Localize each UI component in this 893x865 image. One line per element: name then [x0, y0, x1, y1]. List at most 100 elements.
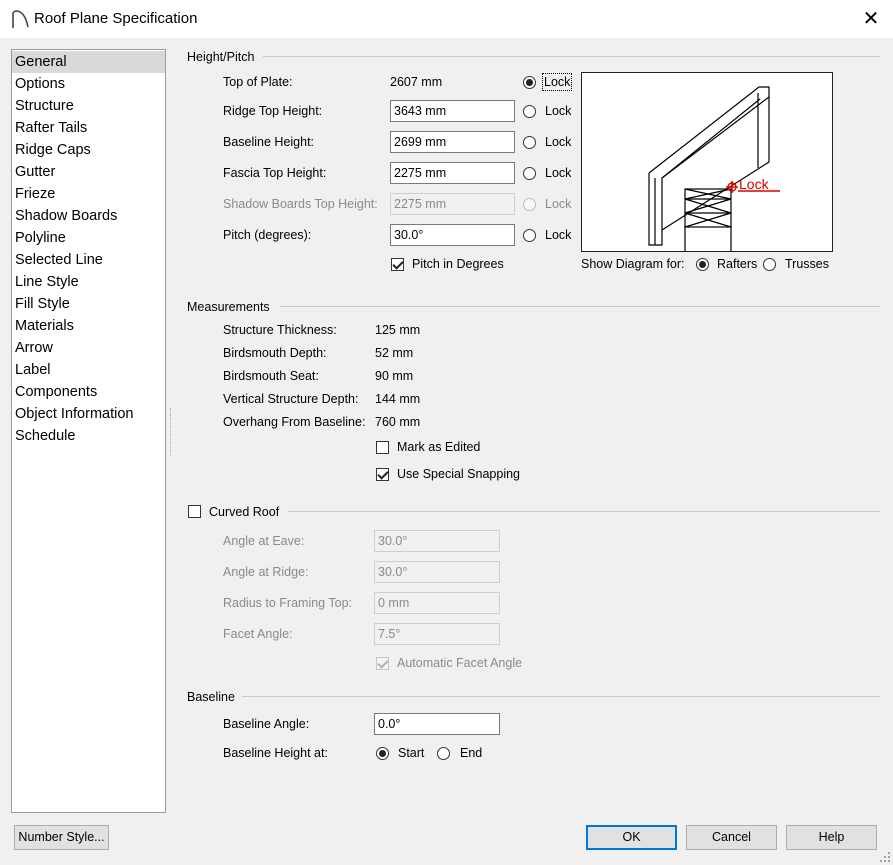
shadow-boards-top-height-label: Shadow Boards Top Height: — [223, 197, 378, 211]
sidebar-item-object-information[interactable]: Object Information — [12, 403, 165, 425]
rafters-radio[interactable] — [696, 258, 709, 271]
facet-angle-label: Facet Angle: — [223, 627, 293, 641]
roof-app-icon — [12, 10, 29, 28]
sidebar-item-arrow[interactable]: Arrow — [12, 337, 165, 359]
measurement-value: 90 mm — [375, 369, 414, 383]
baseline-height-at-label: Baseline Height at: — [223, 746, 328, 760]
group-divider — [280, 306, 880, 307]
sidebar-item-selected-line[interactable]: Selected Line — [12, 249, 165, 271]
sidebar-item-polyline[interactable]: Polyline — [12, 227, 165, 249]
baseline-end-radio[interactable] — [437, 747, 450, 760]
angle-at-ridge-input: 30.0° — [374, 561, 500, 583]
radius-framing-top-label: Radius to Framing Top: — [223, 596, 352, 610]
group-divider — [263, 56, 880, 57]
fascia-top-lock-radio[interactable] — [523, 167, 536, 180]
trusses-radio[interactable] — [763, 258, 776, 271]
group-title-height-pitch: Height/Pitch — [187, 50, 255, 64]
show-diagram-label: Show Diagram for: — [581, 257, 685, 271]
pitch-in-degrees-label[interactable]: Pitch in Degrees — [412, 257, 504, 271]
pitch-lock-label[interactable]: Lock — [545, 228, 571, 242]
ridge-top-height-label: Ridge Top Height: — [223, 104, 323, 118]
cancel-button[interactable]: Cancel — [686, 825, 777, 850]
sidebar-item-frieze[interactable]: Frieze — [12, 183, 165, 205]
sidebar-item-shadow-boards[interactable]: Shadow Boards — [12, 205, 165, 227]
measurement-label: Vertical Structure Depth: — [223, 392, 359, 406]
measurement-value: 144 mm — [375, 392, 421, 406]
auto-facet-angle-label: Automatic Facet Angle — [397, 656, 523, 670]
trusses-label[interactable]: Trusses — [785, 257, 829, 271]
sidebar-item-structure[interactable]: Structure — [12, 95, 165, 117]
help-button[interactable]: Help — [786, 825, 877, 850]
pitch-lock-radio[interactable] — [523, 229, 536, 242]
mark-as-edited-checkbox[interactable] — [376, 441, 389, 454]
sidebar-item-fill-style[interactable]: Fill Style — [12, 293, 165, 315]
sidebar-item-line-style[interactable]: Line Style — [12, 271, 165, 293]
rafter-diagram: Lock — [581, 72, 833, 252]
ridge-top-lock-label[interactable]: Lock — [545, 104, 571, 118]
baseline-start-radio[interactable] — [376, 747, 389, 760]
baseline-height-lock-label[interactable]: Lock — [545, 135, 571, 149]
baseline-end-label[interactable]: End — [460, 746, 482, 760]
fascia-top-height-input[interactable]: 2275 mm — [390, 162, 515, 184]
sidebar-item-gutter[interactable]: Gutter — [12, 161, 165, 183]
top-of-plate-lock-label[interactable]: Lock — [541, 73, 573, 91]
group-title-curved-roof[interactable]: Curved Roof — [209, 505, 279, 519]
group-divider — [242, 696, 880, 697]
top-of-plate-lock-radio[interactable] — [523, 76, 536, 89]
sidebar-item-ridge-caps[interactable]: Ridge Caps — [12, 139, 165, 161]
top-of-plate-value: 2607 mm — [390, 75, 443, 89]
facet-angle-input: 7.5° — [374, 623, 500, 645]
sidebar-item-components[interactable]: Components — [12, 381, 165, 403]
fascia-top-height-label: Fascia Top Height: — [223, 166, 327, 180]
number-style-button[interactable]: Number Style... — [14, 825, 109, 850]
ridge-top-height-input[interactable]: 3643 mm — [390, 100, 515, 122]
splitter-handle[interactable] — [170, 408, 173, 456]
fascia-top-lock-label[interactable]: Lock — [545, 166, 571, 180]
pitch-label: Pitch (degrees): — [223, 228, 312, 242]
angle-at-eave-label: Angle at Eave: — [223, 534, 305, 548]
special-snapping-checkbox[interactable] — [376, 468, 389, 481]
rafters-label[interactable]: Rafters — [717, 257, 757, 271]
angle-at-ridge-label: Angle at Ridge: — [223, 565, 309, 579]
radius-framing-top-input: 0 mm — [374, 592, 500, 614]
baseline-angle-label: Baseline Angle: — [223, 717, 310, 731]
pitch-in-degrees-checkbox[interactable] — [391, 258, 404, 271]
ridge-top-lock-radio[interactable] — [523, 105, 536, 118]
angle-at-eave-input: 30.0° — [374, 530, 500, 552]
window-title: Roof Plane Specification — [34, 10, 198, 27]
mark-as-edited-label[interactable]: Mark as Edited — [397, 440, 480, 454]
rafter-diagram-drawing: Lock — [648, 86, 780, 251]
shadow-boards-lock-label: Lock — [545, 197, 572, 211]
curved-roof-checkbox[interactable] — [188, 505, 201, 518]
sidebar-item-options[interactable]: Options — [12, 73, 165, 95]
close-icon[interactable]: ✕ — [858, 6, 884, 32]
sidebar-item-materials[interactable]: Materials — [12, 315, 165, 337]
sidebar-item-rafter-tails[interactable]: Rafter Tails — [12, 117, 165, 139]
measurement-label: Structure Thickness: — [223, 323, 337, 337]
shadow-boards-lock-radio — [523, 198, 536, 211]
resize-grip-icon[interactable] — [880, 852, 890, 862]
category-list[interactable]: General Options Structure Rafter Tails Ridge… — [11, 49, 166, 813]
sidebar-item-general[interactable]: General — [12, 51, 165, 73]
special-snapping-label[interactable]: Use Special Snapping — [397, 467, 520, 481]
baseline-height-input[interactable]: 2699 mm — [390, 131, 515, 153]
pitch-input[interactable]: 30.0° — [390, 224, 515, 246]
measurement-value: 760 mm — [375, 415, 421, 429]
auto-facet-angle-checkbox — [376, 657, 389, 670]
group-title-measurements: Measurements — [187, 300, 270, 314]
baseline-start-label[interactable]: Start — [398, 746, 424, 760]
measurement-value: 125 mm — [375, 323, 421, 337]
baseline-angle-input[interactable]: 0.0° — [374, 713, 500, 735]
sidebar-item-label[interactable]: Label — [12, 359, 165, 381]
ok-button[interactable]: OK — [586, 825, 677, 850]
sidebar-item-schedule[interactable]: Schedule — [12, 425, 165, 447]
measurement-label: Overhang From Baseline: — [223, 415, 366, 429]
measurement-label: Birdsmouth Depth: — [223, 346, 327, 360]
group-title-baseline: Baseline — [187, 690, 235, 704]
baseline-height-label: Baseline Height: — [223, 135, 315, 149]
group-divider — [288, 511, 880, 512]
top-of-plate-label: Top of Plate: — [223, 75, 293, 89]
baseline-height-lock-radio[interactable] — [523, 136, 536, 149]
shadow-boards-top-height-input: 2275 mm — [390, 193, 515, 215]
measurement-label: Birdsmouth Seat: — [223, 369, 319, 383]
